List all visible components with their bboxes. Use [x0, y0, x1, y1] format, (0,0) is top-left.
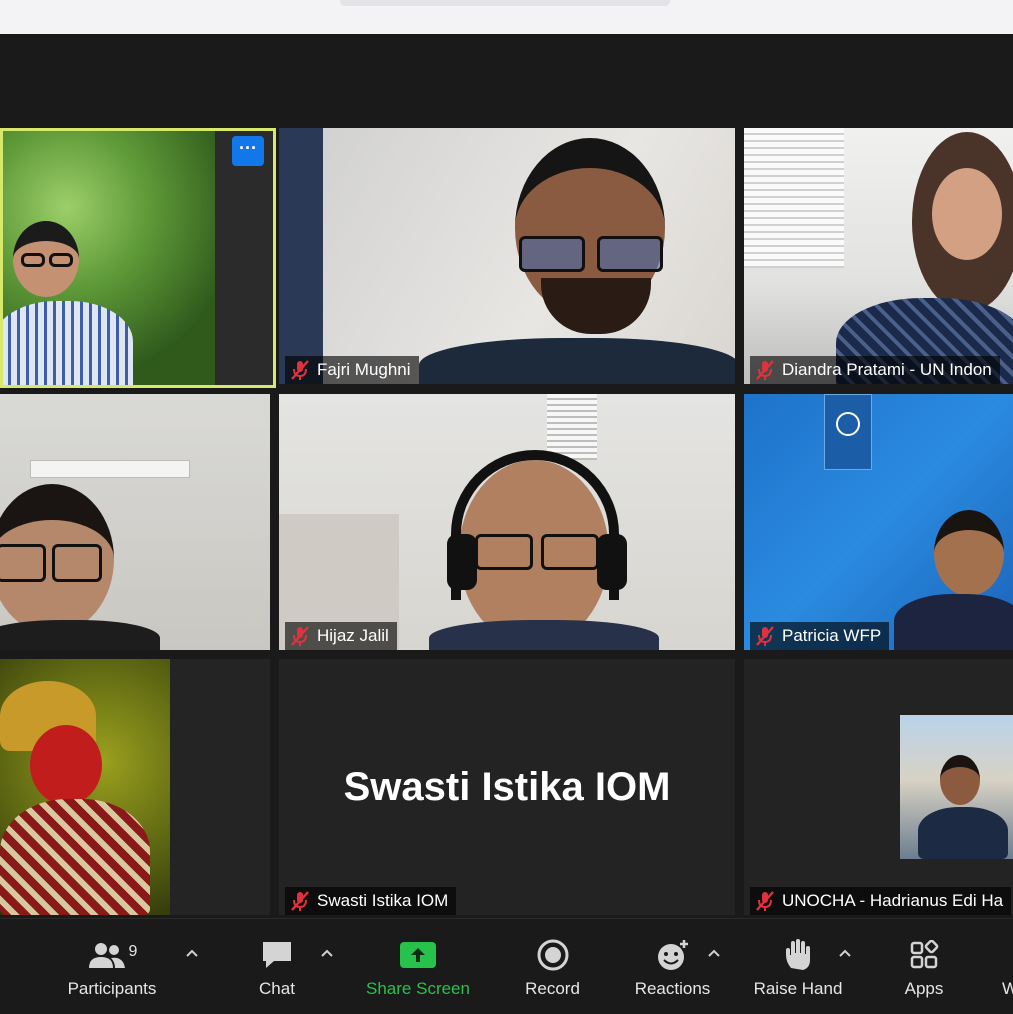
microphone-muted-icon	[291, 360, 309, 380]
video-tile-diandra[interactable]: Diandra Pratami - UN Indon	[744, 128, 1013, 384]
chevron-up-icon[interactable]	[707, 945, 723, 961]
microphone-muted-icon	[291, 626, 309, 646]
tile-side-panel	[215, 131, 273, 385]
share-screen-button[interactable]: Share Screen	[358, 919, 478, 1014]
participant-body	[429, 620, 659, 650]
chevron-up-icon[interactable]	[838, 945, 854, 961]
participant-body	[419, 338, 735, 384]
share-screen-label: Share Screen	[366, 979, 470, 998]
cutoff-toolbar-button[interactable]: W	[998, 919, 1013, 1014]
video-tile-participant-7[interactable]	[0, 659, 270, 915]
raise-hand-icon	[786, 939, 810, 970]
microphone-muted-icon	[291, 891, 309, 911]
participants-icon	[88, 943, 125, 968]
record-label: Record	[525, 979, 580, 998]
reactions-button[interactable]: Reactions	[625, 919, 720, 1014]
record-button[interactable]: Record	[505, 919, 600, 1014]
glasses	[519, 236, 585, 272]
participant-body	[3, 301, 133, 385]
glasses	[541, 534, 599, 570]
chevron-up-icon[interactable]	[185, 945, 201, 961]
participants-count: 9	[128, 943, 138, 960]
chevron-up-icon[interactable]	[320, 945, 336, 961]
name-tag: Hijaz Jalil	[285, 622, 397, 650]
cutoff-label: W	[1002, 979, 1013, 998]
apps-icon	[910, 940, 939, 969]
participant-body	[894, 594, 1013, 650]
name-tag: UNOCHA - Hadrianus Edi Ha	[750, 887, 1012, 915]
video-tile-unocha[interactable]: UNOCHA - Hadrianus Edi Ha	[744, 659, 1013, 915]
participant-head	[940, 755, 980, 805]
participant-name: Swasti Istika IOM	[317, 891, 449, 910]
participant-head	[932, 168, 1002, 260]
meeting-toolbar: 9 Participants Chat Share Screen Record …	[0, 918, 1013, 1013]
glasses	[475, 534, 533, 570]
reactions-icon	[657, 940, 688, 970]
more-options-button[interactable]: ···	[232, 136, 264, 166]
glasses	[52, 544, 102, 582]
wfp-emblem-icon	[836, 412, 860, 436]
glasses	[597, 236, 663, 272]
mask	[30, 725, 102, 805]
participants-label: Participants	[67, 979, 157, 998]
raise-hand-button[interactable]: Raise Hand	[745, 919, 851, 1014]
chat-icon	[263, 942, 291, 968]
chat-button[interactable]: Chat	[237, 919, 317, 1014]
record-icon	[537, 939, 568, 971]
participants-button[interactable]: 9 Participants	[52, 919, 172, 1014]
video-tile-participant-4[interactable]	[0, 394, 270, 650]
video-tile-hijaz[interactable]: Hijaz Jalil	[279, 394, 735, 650]
costume	[0, 799, 150, 915]
video-tile-self[interactable]: ···	[0, 128, 276, 388]
window-top-bar	[0, 0, 1013, 34]
name-tag: Fajri Mughni	[285, 356, 419, 384]
share-screen-icon	[400, 942, 436, 968]
participant-head	[934, 510, 1004, 596]
chat-label: Chat	[259, 979, 295, 998]
video-gallery: ··· Fajri Mughni Diandra Pratami - UN In…	[0, 34, 1013, 918]
beard	[541, 278, 651, 334]
participant-name: Diandra Pratami - UN Indon	[782, 360, 992, 379]
apps-button[interactable]: Apps	[884, 919, 964, 1014]
microphone-muted-icon	[756, 626, 774, 646]
video-tile-patricia[interactable]: Patricia WFP	[744, 394, 1013, 650]
video-tile-swasti[interactable]: Swasti Istika IOM Swasti Istika IOM	[279, 659, 735, 915]
apps-label: Apps	[904, 979, 944, 998]
chair-back	[279, 128, 323, 384]
glasses	[21, 253, 45, 267]
microphone-muted-icon	[756, 360, 774, 380]
participant-name: Fajri Mughni	[317, 360, 411, 379]
participant-name: Hijaz Jalil	[317, 626, 389, 645]
glasses	[49, 253, 73, 267]
top-pill	[340, 0, 670, 6]
more-icon: ···	[239, 138, 257, 158]
microphone-muted-icon	[756, 891, 774, 911]
profile-photo-thumbnail	[900, 715, 1013, 859]
ceiling-light	[30, 460, 190, 478]
headphone-cup	[597, 534, 627, 590]
name-tag: Swasti Istika IOM	[285, 887, 457, 915]
participant-body	[0, 620, 160, 650]
video-tile-fajri[interactable]: Fajri Mughni	[279, 128, 735, 384]
ceiling-vent	[547, 394, 597, 460]
participant-display-name: Swasti Istika IOM	[343, 764, 671, 809]
headphone-cup	[447, 534, 477, 590]
participant-name: UNOCHA - Hadrianus Edi Ha	[782, 891, 1004, 910]
background-foliage	[3, 131, 215, 385]
raise-hand-label: Raise Hand	[753, 979, 843, 998]
name-tag: Patricia WFP	[750, 622, 890, 650]
participant-body	[918, 807, 1008, 859]
profile-photo-dancer	[0, 659, 170, 915]
reactions-label: Reactions	[634, 979, 711, 998]
participant-name: Patricia WFP	[782, 626, 882, 645]
glasses	[0, 544, 46, 582]
name-tag: Diandra Pratami - UN Indon	[750, 356, 1000, 384]
window-blinds	[744, 128, 844, 268]
